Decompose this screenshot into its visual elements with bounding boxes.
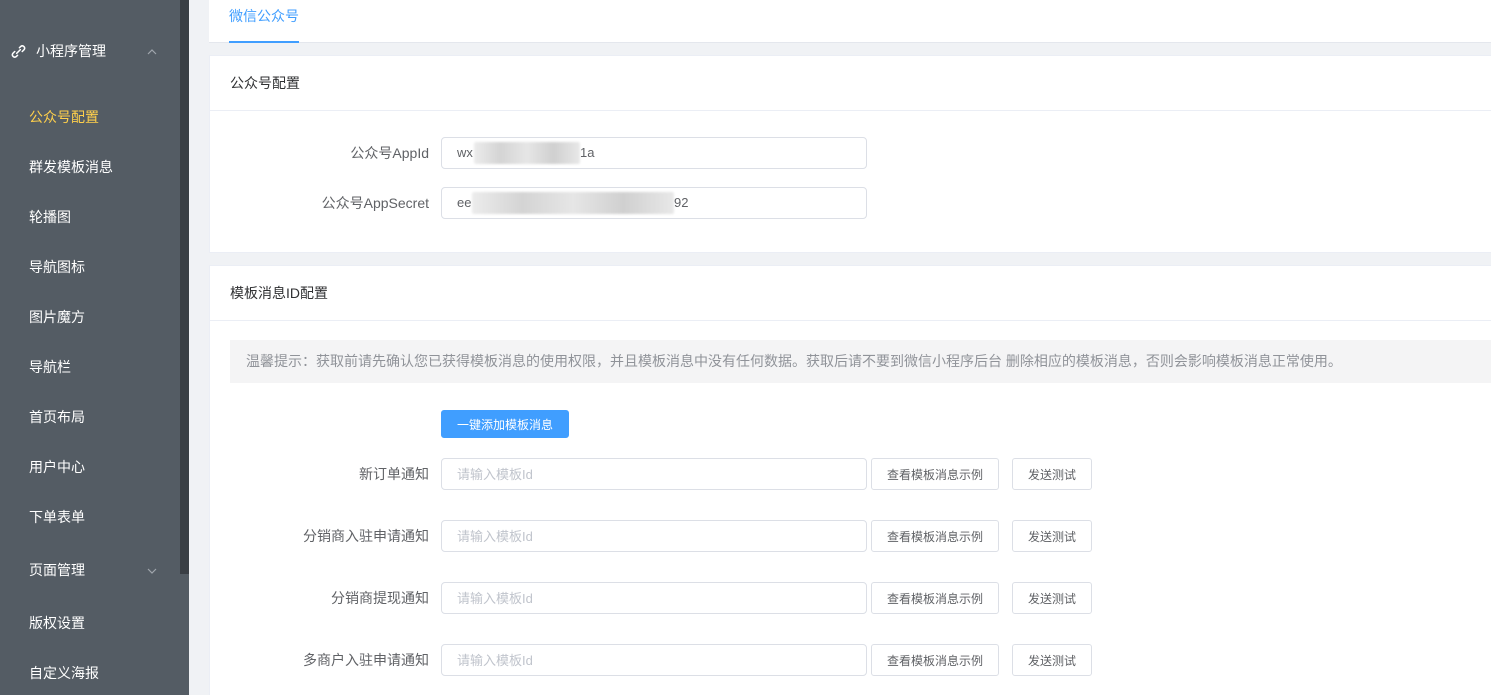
sidebar-item-navbar[interactable]: 导航栏 [0,342,180,392]
tab-wechat-official[interactable]: 微信公众号 [229,0,299,43]
template-label: 分销商入驻申请通知 [303,528,429,544]
template-id-input[interactable] [441,458,867,490]
appid-value-suffix: 1a [580,145,595,160]
send-test-button[interactable]: 发送测试 [1012,582,1092,614]
add-template-row: 一键添加模板消息 [210,410,1110,442]
add-template-button[interactable]: 一键添加模板消息 [441,410,569,438]
sidebar-item-carousel[interactable]: 轮播图 [0,192,180,242]
account-config-card: 公众号配置 公众号AppId wx 1a 公众号AppSecret ee 92 [209,55,1491,253]
template-id-input[interactable] [441,520,867,552]
chevron-down-icon [146,564,158,576]
redacted-mask [474,142,580,164]
sidebar-item-cut-off[interactable] [10,0,170,8]
tip-alert: 温馨提示：获取前请先确认您已获得模板消息的使用权限，并且模板消息中没有任何数据。… [230,340,1491,383]
sidebar-item-user-center[interactable]: 用户中心 [0,442,180,492]
template-row-distributor-withdraw: 分销商提现通知 查看模板消息示例 发送测试 [210,582,1110,614]
appid-input[interactable]: wx 1a [441,137,867,169]
sidebar-item-nav-icons[interactable]: 导航图标 [0,242,180,292]
sidebar-group-miniprogram[interactable]: 小程序管理 [0,26,180,76]
template-row-new-order: 新订单通知 查看模板消息示例 发送测试 [210,458,1110,490]
sidebar: 小程序管理 公众号配置 群发模板消息 轮播图 导航图标 图片魔方 导航栏 首页布… [0,0,189,695]
appsecret-value-prefix: ee [457,195,472,210]
sidebar-item-label: 群发模板消息 [29,159,113,175]
redacted-mask [472,192,674,214]
chevron-up-icon [146,45,158,57]
sidebar-item-label: 版权设置 [29,615,85,631]
appid-row: 公众号AppId wx 1a [210,137,1110,169]
view-example-button[interactable]: 查看模板消息示例 [871,458,999,490]
send-test-button[interactable]: 发送测试 [1012,644,1092,676]
template-id-input[interactable] [441,644,867,676]
view-example-button[interactable]: 查看模板消息示例 [871,520,999,552]
sidebar-item-label: 自定义海报 [29,665,99,681]
card-title: 公众号配置 [210,56,1491,111]
template-row-merchant-apply: 多商户入驻申请通知 查看模板消息示例 发送测试 [210,644,1110,676]
view-example-button[interactable]: 查看模板消息示例 [871,582,999,614]
sidebar-item-image-cube[interactable]: 图片魔方 [0,292,180,342]
template-label: 分销商提现通知 [331,590,429,606]
appsecret-row: 公众号AppSecret ee 92 [210,187,1110,219]
template-id-input[interactable] [441,582,867,614]
send-test-button[interactable]: 发送测试 [1012,458,1092,490]
sidebar-item-label: 轮播图 [29,209,71,225]
view-example-button[interactable]: 查看模板消息示例 [871,644,999,676]
template-label: 新订单通知 [359,466,429,482]
sidebar-item-order-form[interactable]: 下单表单 [0,492,180,542]
sidebar-item-label: 公众号配置 [29,109,99,125]
template-config-card: 模板消息ID配置 温馨提示：获取前请先确认您已获得模板消息的使用权限，并且模板消… [209,265,1491,695]
appsecret-input[interactable]: ee 92 [441,187,867,219]
sidebar-item-mass-template[interactable]: 群发模板消息 [0,142,180,192]
template-label: 多商户入驻申请通知 [303,652,429,668]
sidebar-item-label: 首页布局 [29,409,85,425]
sidebar-item-page-manage[interactable]: 页面管理 [0,545,180,595]
sidebar-item-label: 图片魔方 [29,309,85,325]
sidebar-item-label: 用户中心 [29,459,85,475]
appsecret-value-suffix: 92 [674,195,689,210]
sidebar-item-home-layout[interactable]: 首页布局 [0,392,180,442]
appsecret-label: 公众号AppSecret [321,195,429,211]
sidebar-item-copyright[interactable]: 版权设置 [0,598,180,648]
sidebar-item-label: 导航栏 [29,359,71,375]
sidebar-item-label: 页面管理 [29,562,85,578]
sidebar-group-label: 小程序管理 [36,43,106,59]
appid-label: 公众号AppId [350,145,429,161]
tabs-bar: 微信公众号 [209,0,1491,43]
sidebar-scrollbar[interactable] [180,0,189,574]
sidebar-item-label: 导航图标 [29,259,85,275]
sidebar-item-custom-poster[interactable]: 自定义海报 [0,648,180,695]
appid-value-prefix: wx [457,145,473,160]
card-title: 模板消息ID配置 [210,266,1491,321]
send-test-button[interactable]: 发送测试 [1012,520,1092,552]
link-icon [10,43,26,59]
sidebar-item-label: 下单表单 [29,509,85,525]
sidebar-item-account-config[interactable]: 公众号配置 [0,92,180,142]
template-row-distributor-apply: 分销商入驻申请通知 查看模板消息示例 发送测试 [210,520,1110,552]
